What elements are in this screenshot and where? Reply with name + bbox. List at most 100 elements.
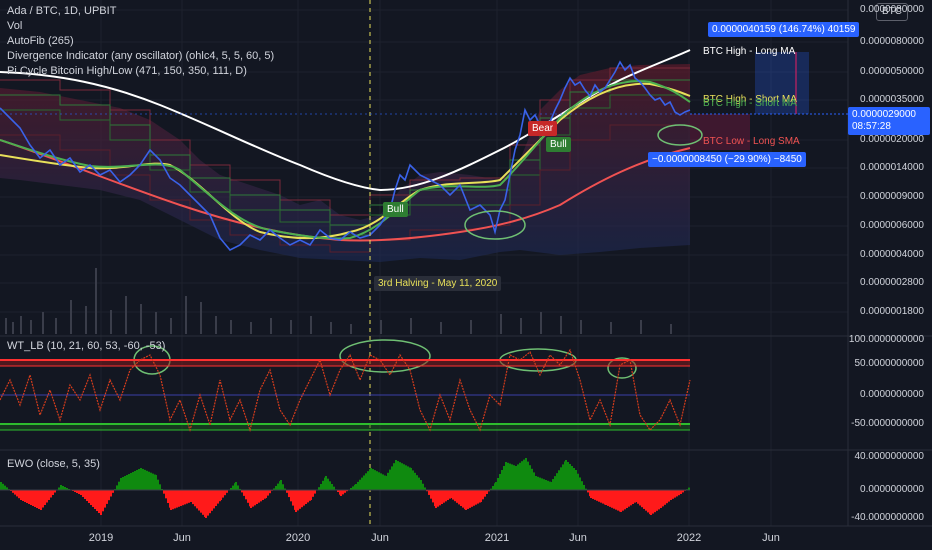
ewo-label[interactable]: EWO (close, 5, 35) <box>7 458 100 470</box>
indicator-legend: Ada / BTC, 1D, UPBIT Vol AutoFib (265) D… <box>7 4 274 79</box>
ewo-bar <box>670 490 672 500</box>
ewo-bar <box>106 490 108 504</box>
ewo-bar <box>247 490 249 503</box>
ewo-bar <box>80 490 82 495</box>
ewo-bar <box>569 464 571 490</box>
ewo-bar <box>327 478 329 490</box>
ewo-bar <box>118 481 120 490</box>
ewo-bar <box>467 490 469 509</box>
ewo-bar <box>140 468 142 490</box>
ewo-bar <box>322 480 324 490</box>
ewo-bar <box>374 470 376 490</box>
ewo-bar <box>280 480 282 490</box>
ewo-bar <box>535 476 537 490</box>
ewo-bar <box>473 490 475 506</box>
ewo-bar <box>301 490 303 508</box>
ewo-bar <box>190 490 192 502</box>
last-price-badge: 0.0000029000 08:57:28 <box>848 107 930 135</box>
ewo-bar <box>305 490 307 504</box>
ewo-bar <box>22 490 24 501</box>
ewo-tick: 40.0000000000 <box>854 451 924 462</box>
ewo-bar <box>265 490 267 498</box>
chart-canvas[interactable] <box>0 0 932 550</box>
measure-up-label[interactable]: 0.0000040159 (146.74%) 40159 <box>708 22 860 37</box>
ewo-bar <box>583 484 585 490</box>
ewo-bar <box>215 490 217 506</box>
ewo-bar <box>235 482 237 490</box>
ewo-bar <box>312 490 314 497</box>
ewo-bar <box>656 490 658 511</box>
ewo-bar <box>138 469 140 490</box>
ewo-bar <box>167 490 169 503</box>
ewo-bar <box>331 484 333 490</box>
ewo-bar <box>155 475 157 490</box>
legend-vol[interactable]: Vol <box>7 19 274 34</box>
ewo-bar <box>275 486 277 490</box>
halving-label[interactable]: 3rd Halving - May 11, 2020 <box>374 276 502 291</box>
ewo-bar <box>243 490 245 496</box>
ewo-bar <box>62 486 64 490</box>
ewo-bar <box>26 490 28 503</box>
ewo-bar <box>556 473 558 490</box>
ewo-bar <box>277 483 279 490</box>
ewo-bar <box>412 470 414 490</box>
ewo-bar <box>96 490 98 511</box>
ewo-bar <box>484 490 486 497</box>
ewo-bar <box>329 481 331 490</box>
ewo-bar <box>136 470 138 490</box>
ewo-bar <box>666 490 668 504</box>
time-tick: 2021 <box>484 532 510 544</box>
legend-divergence[interactable]: Divergence Indicator (any oscillator) (o… <box>7 49 274 64</box>
ewo-bar <box>16 490 18 497</box>
ewo-bar <box>609 490 611 507</box>
legend-autofib[interactable]: AutoFib (265) <box>7 34 274 49</box>
ewo-bar <box>565 460 567 490</box>
ewo-bar <box>94 490 96 509</box>
ewo-bar <box>365 473 367 490</box>
ewo-bar <box>676 490 678 497</box>
ewo-bar <box>505 462 507 490</box>
ewo-bar <box>486 490 488 494</box>
ewo-bar <box>310 490 312 500</box>
ewo-bar <box>471 490 473 507</box>
ewo-bar <box>352 486 354 490</box>
wt-label[interactable]: WT_LB (10, 21, 60, 53, -60, -53) <box>7 340 165 352</box>
measure-down-label[interactable]: −0.0000008450 (−29.90%) −8450 <box>648 152 806 167</box>
ewo-bar <box>4 485 6 490</box>
ewo-bar <box>34 490 36 507</box>
ewo-bar <box>439 490 441 506</box>
ewo-bar <box>307 490 309 503</box>
symbol-title[interactable]: Ada / BTC, 1D, UPBIT <box>7 4 274 19</box>
ewo-bar <box>254 490 256 506</box>
price-tick: 0.0000080000 <box>860 36 924 47</box>
ewo-bar <box>480 490 482 502</box>
ewo-bar <box>511 464 513 490</box>
ewo-bar <box>20 490 22 500</box>
ewo-bar <box>501 470 503 490</box>
ewo-bar <box>590 490 592 498</box>
ewo-bar <box>267 490 269 496</box>
ewo-bar <box>654 490 656 513</box>
ewo-bar <box>668 490 670 502</box>
time-tick: 2022 <box>676 532 702 544</box>
ewo-bar <box>150 472 152 490</box>
ewo-bar <box>389 469 391 490</box>
time-tick: Jun <box>569 532 587 544</box>
ewo-bar <box>163 490 165 494</box>
ewo-bar <box>541 478 543 490</box>
legend-pi-cycle[interactable]: Pi Cycle Bitcoin High/Low (471, 150, 350… <box>7 64 274 79</box>
ewo-bar <box>128 474 130 490</box>
ewo-bar <box>652 490 654 514</box>
ewo-bar <box>60 485 62 490</box>
ewo-bar <box>594 490 596 500</box>
price-tick: 0.0000050000 <box>860 66 924 77</box>
ewo-bar <box>292 490 294 506</box>
ewo-bar <box>299 490 301 509</box>
ewo-bar <box>40 490 42 510</box>
osc-tick: 0.0000000000 <box>860 389 924 400</box>
ewo-bar <box>539 477 541 490</box>
price-tick: 0.0000002800 <box>860 277 924 288</box>
ewo-bar <box>144 469 146 490</box>
ewo-bar <box>359 479 361 490</box>
ewo-bar <box>596 490 598 501</box>
